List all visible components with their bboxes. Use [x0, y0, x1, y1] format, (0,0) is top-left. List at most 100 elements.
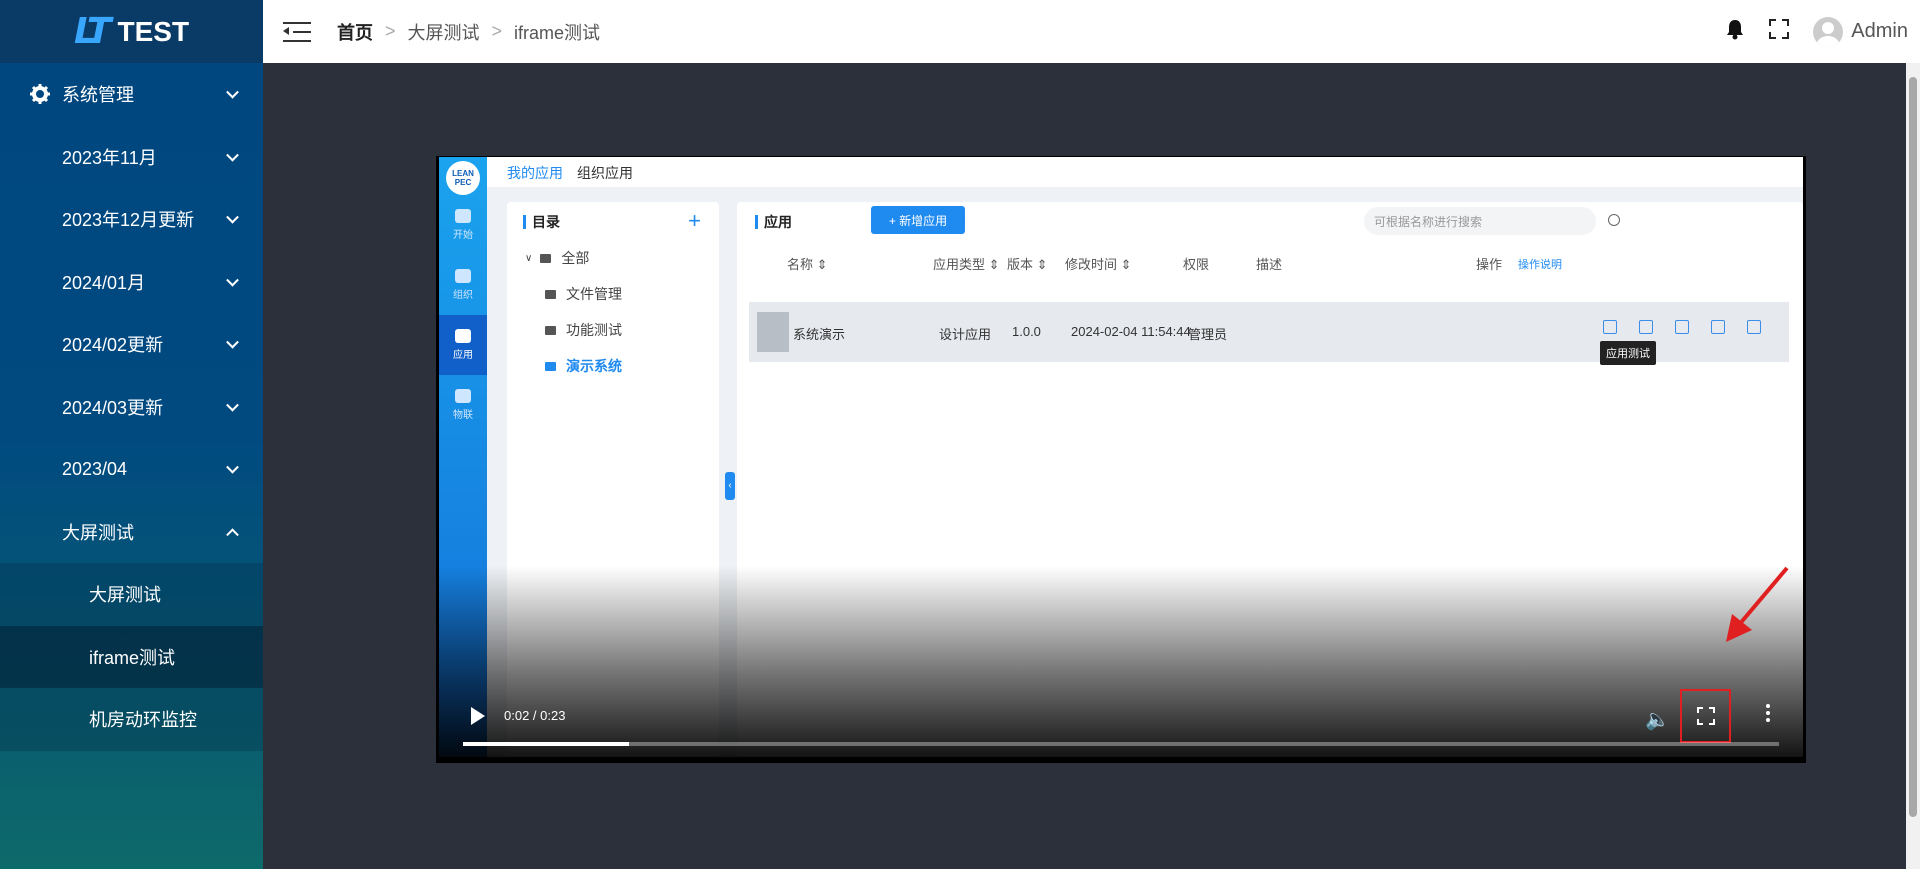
video-player[interactable]: LEAN PEC 开始 组织 应用 物联 我的应用 组织应用 目录 + ∨ 全部 …: [436, 156, 1806, 763]
breadcrumb-current: iframe测试: [514, 22, 601, 43]
sidebar-item-bigscreen[interactable]: 大屏测试: [0, 501, 263, 564]
edit-icon: [1675, 320, 1689, 334]
sidebar-item-label: 系统管理: [62, 85, 134, 106]
volume-icon[interactable]: 🔈: [1645, 707, 1670, 732]
sidebar-item-2024-03[interactable]: 2024/03更新: [0, 376, 263, 439]
grid-icon: [30, 209, 50, 229]
gear-icon: [30, 84, 50, 105]
new-app-button: + 新增应用: [871, 206, 965, 234]
iot-icon: [455, 389, 471, 403]
sidebar-item-label: iframe测试: [89, 647, 176, 668]
sidebar-item-2023-12[interactable]: 2023年12月更新: [0, 188, 263, 251]
play-icon[interactable]: [471, 707, 485, 725]
chevron-up-icon: [226, 528, 239, 541]
collapse-handle: ‹: [725, 472, 735, 500]
sidebar-item-system[interactable]: 系统管理: [0, 63, 263, 126]
col-header: 名称 ⇕: [787, 257, 828, 272]
grid-icon: [30, 459, 50, 479]
breadcrumb-separator: >: [385, 21, 396, 41]
table-cell: 系统演示: [793, 327, 846, 342]
chevron-down-icon: [226, 86, 239, 99]
table-cell: 设计应用: [939, 327, 992, 342]
bell-icon[interactable]: [1725, 18, 1745, 45]
grid-icon: [57, 647, 77, 667]
logo-text: TEST: [117, 15, 190, 47]
sidebar-item-label: 大屏测试: [89, 585, 161, 606]
sidebar-subitem-bigscreen-test[interactable]: 大屏测试: [0, 563, 263, 626]
directory-title: 目录: [523, 215, 560, 229]
sidebar: LT TEST 系统管理 2023年11月 2023年12月更新 2024/01…: [0, 0, 263, 869]
rail-item-apps: 应用: [439, 315, 487, 375]
grid-icon: [30, 147, 50, 167]
tab-org-apps: 组织应用: [577, 165, 633, 181]
chevron-down-icon: [226, 211, 239, 224]
sidebar-subitem-iframe-test[interactable]: iframe测试: [0, 625, 263, 688]
directory-tree: ∨ 全部 文件管理 功能测试 演示系统: [525, 240, 622, 384]
logo-mark: LT: [73, 11, 111, 52]
scrollbar[interactable]: [1906, 63, 1920, 869]
folder-icon: [545, 361, 556, 371]
chevron-down-icon: [226, 398, 239, 412]
chevron-down-icon: [226, 461, 239, 474]
chevron-down-icon: [226, 148, 239, 162]
breadcrumb: 首页 > 大屏测试 > iframe测试: [337, 19, 600, 45]
col-header: 描述: [1256, 257, 1283, 272]
mobile-icon: [1639, 320, 1653, 334]
menu-toggle-icon[interactable]: [283, 20, 313, 44]
screen-icon: [1711, 320, 1725, 334]
sidebar-item-label: 大屏测试: [62, 522, 134, 543]
test-icon: [1603, 320, 1617, 334]
sidebar-item-2024-02[interactable]: 2024/02更新: [0, 313, 263, 376]
app-thumbnail: [757, 312, 789, 352]
apps-icon: [455, 329, 471, 343]
grid-icon: [30, 334, 50, 354]
search-icon: [1608, 214, 1620, 226]
scrollbar-thumb[interactable]: [1909, 77, 1917, 817]
sidebar-item-label: 2024/03更新: [62, 397, 164, 418]
sidebar-subitem-room-monitor[interactable]: 机房动环监控: [0, 688, 263, 751]
logo[interactable]: LT TEST: [0, 0, 263, 63]
plus-icon: +: [688, 208, 701, 233]
tree-node: 文件管理: [525, 276, 622, 312]
sidebar-item-label: 2023年12月更新: [62, 210, 195, 231]
table-cell: 1.0.0: [1012, 324, 1041, 339]
app-tabs: 我的应用 组织应用: [507, 163, 633, 183]
more-options-icon[interactable]: [1766, 704, 1770, 725]
sidebar-item-2023-04[interactable]: 2023/04: [0, 438, 263, 501]
chevron-down-icon: ∨: [525, 252, 533, 264]
progress-fill: [463, 742, 629, 746]
tree-node: 功能测试: [525, 312, 622, 348]
tree-node-all: ∨ 全部: [525, 250, 590, 266]
sidebar-item-label: 2023年11月: [62, 147, 157, 168]
rail-item-start: 开始: [439, 195, 487, 255]
username[interactable]: Admin: [1851, 20, 1908, 43]
tab-my-apps: 我的应用: [507, 165, 563, 181]
sidebar-item-2023-11[interactable]: 2023年11月: [0, 126, 263, 189]
help-link: 操作说明: [1518, 259, 1562, 271]
table-cell: 管理员: [1188, 327, 1228, 342]
tree-node-selected: 演示系统: [525, 348, 622, 384]
app-search-field: 可根据名称进行搜索: [1364, 207, 1596, 235]
sidebar-item-label: 机房动环监控: [89, 710, 197, 731]
table-cell: 2024-02-04 11:54:44: [1071, 324, 1191, 339]
sidebar-item-label: 2024/02更新: [62, 335, 164, 356]
breadcrumb-home[interactable]: 首页: [337, 19, 373, 45]
tooltip: 应用测试: [1600, 341, 1656, 365]
progress-bar[interactable]: [463, 742, 1779, 746]
rail-item-iot: 物联: [439, 375, 487, 435]
sidebar-item-2024-01[interactable]: 2024/01月: [0, 251, 263, 314]
fullscreen-icon[interactable]: [1769, 19, 1790, 44]
col-header: 操作: [1476, 257, 1503, 272]
app-list-title: 应用: [755, 215, 792, 229]
breadcrumb-item[interactable]: 大屏测试: [408, 19, 480, 45]
grid-icon: [30, 522, 50, 542]
fullscreen-button[interactable]: [1680, 689, 1731, 743]
rail-logo: LEAN PEC: [446, 161, 480, 195]
grid-icon: [30, 397, 50, 417]
sidebar-item-label: 2024/01月: [62, 272, 146, 293]
grid-icon: [30, 272, 50, 292]
avatar[interactable]: [1813, 16, 1844, 47]
col-header: 版本 ⇕: [1007, 257, 1048, 272]
row-actions: [1603, 320, 1761, 334]
col-header: 修改时间 ⇕: [1065, 257, 1132, 272]
